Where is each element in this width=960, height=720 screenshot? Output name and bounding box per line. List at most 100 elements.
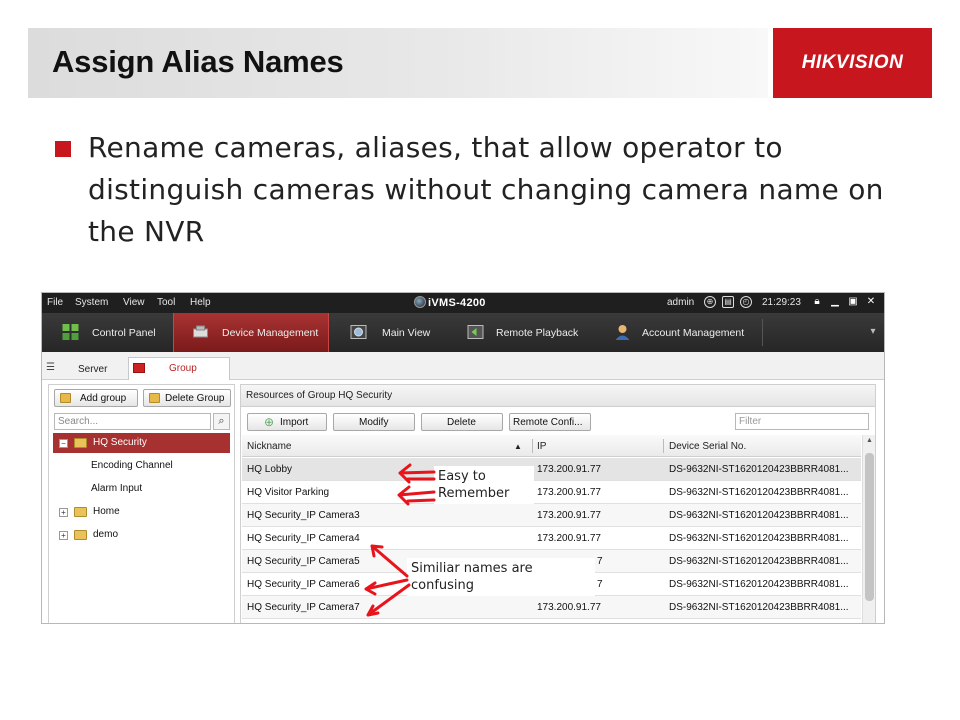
delete-folder-icon — [149, 393, 160, 403]
cell-ip: 173.200.91.77 — [537, 602, 601, 613]
table-row[interactable]: HQ Visitor Parking 173.200.91.77 DS-9632… — [242, 481, 861, 504]
subtab-label: Group — [169, 363, 197, 374]
tab-divider — [762, 319, 763, 346]
close-icon[interactable]: ✕ — [864, 295, 878, 309]
delete-button[interactable]: Delete — [421, 413, 503, 431]
tab-device-management[interactable]: Device Management — [173, 313, 329, 352]
table-row[interactable]: HQ Security_IP Camera7 173.200.91.77 DS-… — [242, 596, 861, 619]
group-tree-panel: Add group Delete Group Search... ⌕ − HQ … — [48, 384, 235, 623]
user-icon — [615, 325, 630, 340]
playback-icon — [467, 325, 484, 339]
scroll-up-icon[interactable]: ▲ — [863, 435, 876, 447]
clock-time: 21:29:23 — [762, 297, 801, 308]
ivms-window: File System View Tool Help iVMS-4200 adm… — [41, 292, 885, 624]
menu-bar: File System View Tool Help iVMS-4200 adm… — [42, 293, 884, 313]
scrollbar-thumb[interactable] — [865, 453, 874, 601]
vertical-scrollbar[interactable]: ▲ — [862, 435, 876, 623]
slide-title: Assign Alias Names — [52, 44, 344, 79]
button-label: Import — [280, 417, 309, 428]
button-label: Add group — [80, 393, 127, 404]
filter-input[interactable]: Filter — [735, 413, 869, 430]
collapse-icon[interactable]: − — [59, 439, 68, 448]
sub-tabs: ☰ Server Group — [42, 352, 884, 380]
plus-icon: ⊕ — [264, 415, 275, 429]
add-folder-icon — [60, 393, 71, 403]
add-group-button[interactable]: Add group — [54, 389, 138, 407]
subtab-label: Server — [78, 364, 108, 375]
search-input[interactable]: Search... — [54, 413, 211, 430]
column-serial[interactable]: Device Serial No. — [669, 441, 746, 452]
cell-serial: DS-9632NI-ST1620120423BBRR4081... — [669, 556, 849, 567]
column-nickname[interactable]: Nickname — [247, 441, 291, 452]
cell-nickname: HQ Visitor Parking — [247, 487, 330, 498]
ivms-logo-icon — [414, 296, 426, 308]
folder-icon — [74, 438, 87, 448]
remote-config-button[interactable]: Remote Confi... — [509, 413, 591, 431]
tab-control-panel[interactable]: Control Panel — [42, 313, 172, 352]
column-divider — [663, 439, 664, 453]
table-row[interactable]: HQ Security_IP Camera3 173.200.91.77 DS-… — [242, 504, 861, 527]
tab-label: Main View — [382, 327, 431, 339]
main-tabs: Control Panel Device Management Main Vie… — [42, 313, 884, 352]
cell-ip: 173.200.91.77 — [537, 487, 601, 498]
tab-label: Control Panel — [92, 327, 156, 339]
subtab-server[interactable]: ☰ Server — [44, 357, 124, 380]
cell-nickname: HQ Security_IP Camera3 — [247, 510, 360, 521]
clock-icon[interactable]: ◴ — [740, 296, 752, 308]
expand-icon[interactable]: + — [59, 531, 68, 540]
subtab-group[interactable]: Group — [128, 357, 230, 380]
tree-item-hq-security[interactable]: − HQ Security — [53, 433, 230, 453]
expand-icon[interactable]: + — [59, 508, 68, 517]
table-row[interactable]: HQ Security_IP Camera4 173.200.91.77 DS-… — [242, 527, 861, 550]
tree-label: HQ Security — [93, 437, 147, 448]
menu-help[interactable]: Help — [190, 297, 211, 308]
column-divider — [532, 439, 533, 453]
button-label: Remote Confi... — [513, 417, 583, 428]
column-ip[interactable]: IP — [537, 441, 546, 452]
current-user: admin — [667, 297, 695, 308]
cell-serial: DS-9632NI-ST1620120423BBRR4081... — [669, 533, 849, 544]
tab-main-view[interactable]: Main View — [330, 313, 442, 352]
hikvision-logo: HIKVISION — [773, 28, 932, 98]
tab-remote-playback[interactable]: Remote Playback — [443, 313, 591, 352]
tree-label: Encoding Channel — [91, 460, 173, 471]
menu-system[interactable]: System — [75, 297, 108, 308]
similar-names-callout: Similiar names are confusing — [407, 558, 595, 596]
cell-ip: 173.200.91.77 — [537, 510, 601, 521]
tab-account-management[interactable]: Account Management — [592, 313, 762, 352]
cell-nickname: HQ Security_IP Camera7 — [247, 602, 360, 613]
table-row[interactable]: HQ Lobby 173.200.91.77 DS-9632NI-ST16201… — [242, 458, 861, 481]
camera-icon — [350, 325, 367, 339]
menu-view[interactable]: View — [123, 297, 145, 308]
lock-icon[interactable]: 🔒︎ — [810, 295, 824, 309]
bullet-text: Rename cameras, aliases, that allow oper… — [88, 131, 884, 248]
search-icon[interactable]: ⌕ — [213, 413, 230, 430]
cell-ip: 173.200.91.77 — [537, 533, 601, 544]
cell-ip: 7 — [597, 579, 603, 590]
tree-label: demo — [93, 529, 119, 540]
cpu-icon[interactable]: ▤ — [722, 296, 734, 308]
maximize-icon[interactable]: ▣ — [846, 295, 860, 309]
button-label: Delete — [447, 417, 476, 428]
tree-label: Home — [93, 506, 120, 517]
menu-file[interactable]: File — [47, 297, 63, 308]
grid-icon — [62, 324, 79, 340]
import-button[interactable]: ⊕ Import — [247, 413, 327, 431]
network-icon[interactable]: ⊕ — [704, 296, 716, 308]
cell-serial: DS-9632NI-ST1620120423BBRR4081... — [669, 464, 849, 475]
modify-button[interactable]: Modify — [333, 413, 415, 431]
app-title: iVMS-4200 — [428, 297, 486, 309]
sort-asc-icon[interactable]: ▲ — [514, 442, 522, 451]
button-label: Delete Group — [165, 393, 225, 404]
cell-nickname: HQ Security_IP Camera6 — [247, 579, 360, 590]
logo-text: HIKVISION — [801, 52, 904, 73]
menu-tool[interactable]: Tool — [157, 297, 175, 308]
minimize-icon[interactable]: ▁ — [828, 295, 842, 309]
tab-label: Remote Playback — [496, 327, 579, 339]
cell-ip: 7 — [597, 556, 603, 567]
folder-icon — [74, 507, 87, 517]
cell-serial: DS-9632NI-ST1620120423BBRR4081... — [669, 579, 849, 590]
cell-serial: DS-9632NI-ST1620120423BBRR4081... — [669, 510, 849, 521]
delete-group-button[interactable]: Delete Group — [143, 389, 231, 407]
chevron-down-icon[interactable]: ▾ — [866, 325, 880, 339]
